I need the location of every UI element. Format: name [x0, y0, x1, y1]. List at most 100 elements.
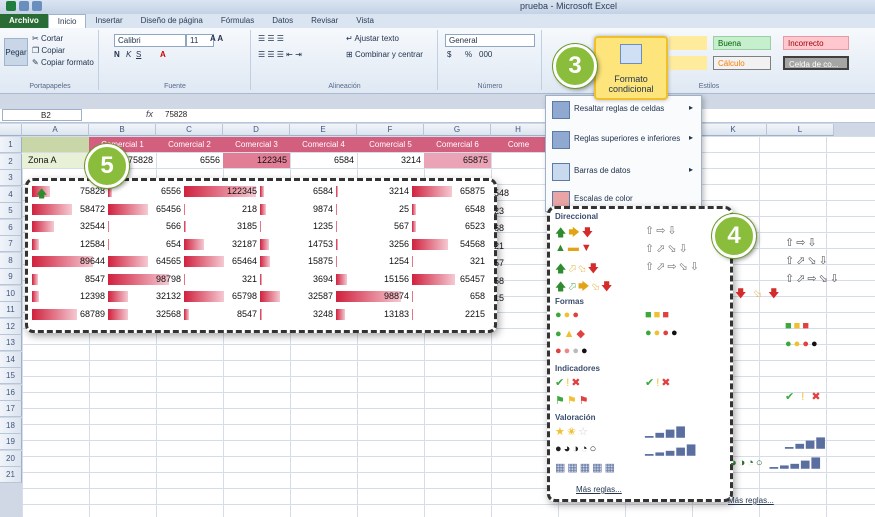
- row-header[interactable]: 3: [0, 170, 22, 186]
- data-bar-cell[interactable]: 25: [336, 202, 412, 217]
- data-bar-cell[interactable]: 89644: [32, 254, 108, 269]
- column-header-f[interactable]: F: [357, 124, 424, 136]
- data-bar-cell[interactable]: 658: [412, 289, 488, 304]
- data-bar-cell[interactable]: 65456: [108, 202, 184, 217]
- select-all-corner[interactable]: [0, 124, 22, 136]
- underline-button[interactable]: S: [136, 50, 141, 59]
- direction-set-triangles[interactable]: ▲▬▼: [555, 242, 594, 254]
- data-bar-cell[interactable]: 2215: [412, 307, 488, 322]
- data-bar-cell[interactable]: 3185: [184, 219, 260, 234]
- row-header[interactable]: 18: [0, 417, 22, 434]
- bold-button[interactable]: N: [114, 50, 120, 59]
- paste-button[interactable]: Pegar: [4, 38, 28, 66]
- undo-icon[interactable]: [32, 1, 42, 11]
- direction-set-3-arrows[interactable]: 🡅🡆🡇: [555, 224, 595, 243]
- header-cell-comercial-2[interactable]: Comercial 2: [156, 137, 223, 152]
- tab-datos[interactable]: Datos: [263, 14, 302, 28]
- number-format-select[interactable]: General: [445, 34, 535, 47]
- style-incorrecto[interactable]: Incorrecto: [783, 36, 849, 50]
- row-header[interactable]: 5: [0, 203, 22, 219]
- cell-a2[interactable]: Zona A: [22, 153, 89, 168]
- merge-center-button[interactable]: ⊞ Combinar y centrar: [346, 50, 423, 59]
- data-bar-cell[interactable]: 8547: [184, 307, 260, 322]
- italic-button[interactable]: K: [126, 50, 131, 59]
- grow-font-icon[interactable]: A A: [210, 34, 223, 43]
- percent-button[interactable]: %: [465, 50, 472, 59]
- row-header[interactable]: 20: [0, 450, 22, 467]
- conditional-format-button[interactable]: Formato condicional: [594, 36, 668, 100]
- header-cell-comercial-5[interactable]: Comercial 5: [357, 137, 424, 152]
- wrap-text-button[interactable]: ↵ Ajustar texto: [346, 34, 399, 43]
- column-header-d[interactable]: D: [223, 124, 290, 136]
- column-header-b[interactable]: B: [89, 124, 156, 136]
- edge-value-cell[interactable]: 68: [492, 221, 518, 236]
- data-bar-cell[interactable]: 98798: [108, 272, 184, 287]
- cell-d2[interactable]: 122345: [223, 153, 290, 168]
- column-header-a[interactable]: A: [22, 124, 89, 136]
- align-center-icon[interactable]: ☰ ☰ ☰ ⇤ ⇥: [258, 50, 302, 59]
- column-header-c[interactable]: C: [156, 124, 223, 136]
- data-bar-cell[interactable]: 15875: [260, 254, 336, 269]
- cell-e2[interactable]: 6584: [290, 153, 357, 168]
- data-bar-cell[interactable]: 1235: [260, 219, 336, 234]
- edge-value-cell[interactable]: 548: [492, 186, 518, 201]
- column-header-l[interactable]: L: [767, 124, 834, 136]
- tab-diseno-pagina[interactable]: Diseño de página: [132, 14, 212, 28]
- indicators-circled-symbols[interactable]: ✔!✖: [555, 376, 583, 389]
- align-top-icon[interactable]: ☰ ☰ ☰: [258, 34, 284, 43]
- shapes-red-to-black[interactable]: ●●●●: [555, 345, 590, 357]
- header-cell-comercial-3[interactable]: Comercial 3: [223, 137, 290, 152]
- header-cell-a1[interactable]: [22, 137, 89, 152]
- row-header[interactable]: 13: [0, 335, 22, 351]
- data-bar-cell[interactable]: 65798: [184, 289, 260, 304]
- data-bar-cell[interactable]: 3214: [336, 184, 412, 199]
- row-header[interactable]: 16: [0, 384, 22, 401]
- row-header[interactable]: 15: [0, 368, 22, 384]
- name-box[interactable]: B2: [2, 109, 82, 121]
- style-calculo[interactable]: Cálculo: [713, 56, 771, 70]
- row-header[interactable]: 1: [0, 137, 22, 153]
- data-bar-cell[interactable]: 32544: [32, 219, 108, 234]
- edge-value-cell[interactable]: 21: [492, 239, 518, 254]
- data-bar-cell[interactable]: 32187: [184, 237, 260, 252]
- data-bar-cell[interactable]: 1254: [336, 254, 412, 269]
- data-bar-cell[interactable]: 321: [184, 272, 260, 287]
- data-bar-cell[interactable]: 54568: [412, 237, 488, 252]
- edge-value-cell[interactable]: 15: [492, 291, 518, 306]
- style-neutral[interactable]: [669, 36, 707, 50]
- data-bar-cell[interactable]: 566: [108, 219, 184, 234]
- shapes-signs[interactable]: ●▲◆: [555, 327, 587, 340]
- row-header[interactable]: 11: [0, 302, 22, 318]
- more-rules-link-right[interactable]: Más reglas...: [728, 496, 774, 505]
- shapes-traffic-lights[interactable]: ●●●: [555, 309, 581, 321]
- row-header[interactable]: 10: [0, 285, 22, 302]
- column-header-k[interactable]: K: [700, 124, 767, 136]
- data-bar-cell[interactable]: 15156: [336, 272, 412, 287]
- row-header[interactable]: 9: [0, 269, 22, 285]
- edge-value-cell[interactable]: 57: [492, 256, 518, 271]
- header-cell-comercial-4[interactable]: Comercial 4: [290, 137, 357, 152]
- save-icon[interactable]: [19, 1, 29, 11]
- tab-archivo[interactable]: Archivo: [0, 14, 48, 28]
- data-bar-cell[interactable]: 9874: [260, 202, 336, 217]
- tab-vista[interactable]: Vista: [347, 14, 383, 28]
- tab-insertar[interactable]: Insertar: [86, 14, 131, 28]
- currency-icon[interactable]: $: [447, 50, 451, 59]
- menu-item-top-bottom[interactable]: Reglas superiores e inferiores ▸: [546, 126, 701, 152]
- style-buena[interactable]: Buena: [713, 36, 771, 50]
- data-bar-cell[interactable]: 12398: [32, 289, 108, 304]
- data-bar-cell[interactable]: 13183: [336, 307, 412, 322]
- data-bar-cell[interactable]: 567: [336, 219, 412, 234]
- column-header-g[interactable]: G: [424, 124, 491, 136]
- data-bar-cell[interactable]: 12584: [32, 237, 108, 252]
- data-bar-cell[interactable]: 122345: [184, 184, 260, 199]
- font-name-select[interactable]: Calibri: [114, 34, 186, 47]
- row-header[interactable]: 12: [0, 318, 22, 335]
- data-bar-cell[interactable]: 14753: [260, 237, 336, 252]
- data-bar-cell[interactable]: 64565: [108, 254, 184, 269]
- thousands-button[interactable]: 000: [479, 50, 492, 59]
- tab-formulas[interactable]: Fórmulas: [212, 14, 263, 28]
- data-bar-cell[interactable]: 3694: [260, 272, 336, 287]
- column-header-h[interactable]: H: [491, 124, 546, 136]
- data-bar-cell[interactable]: 321: [412, 254, 488, 269]
